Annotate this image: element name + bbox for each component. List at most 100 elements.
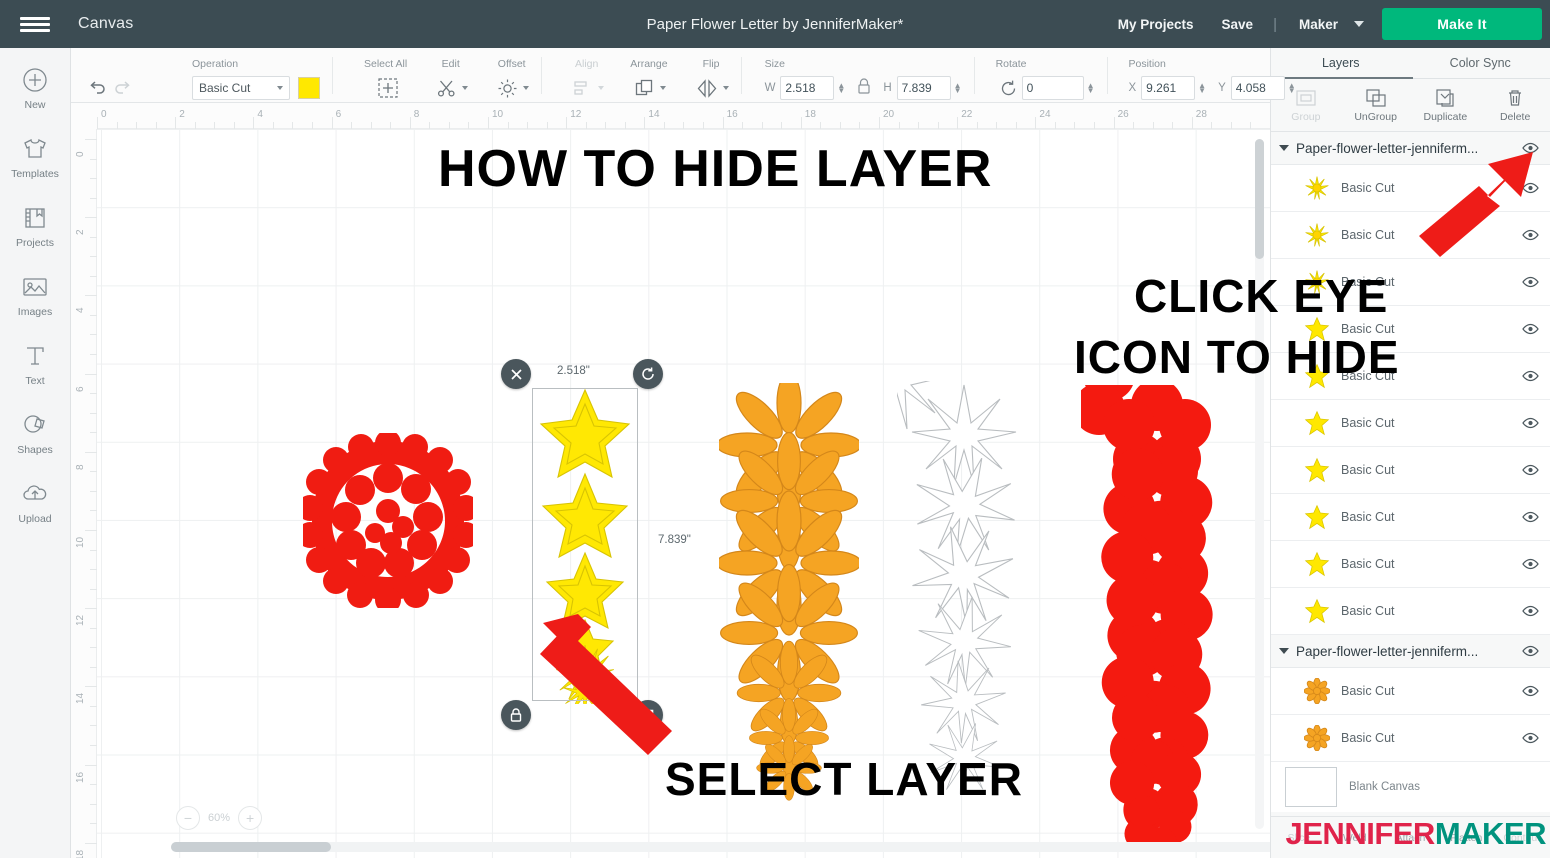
layer-row[interactable]: Basic Cut (1271, 668, 1550, 715)
lock-selection-handle[interactable] (501, 700, 531, 730)
eye-icon[interactable] (1520, 182, 1540, 194)
eye-icon[interactable] (1520, 605, 1540, 617)
operation-color-swatch[interactable] (298, 77, 320, 99)
orange-daisy-flower-column[interactable] (719, 383, 859, 803)
hamburger-menu-icon[interactable] (0, 0, 70, 48)
layer-group-row[interactable]: Paper-flower-letter-jenniferm... (1271, 132, 1550, 165)
vertical-scrollbar[interactable] (1255, 139, 1264, 829)
zoom-in-button[interactable]: + (238, 806, 263, 830)
horizontal-scrollbar[interactable] (171, 842, 1270, 852)
top-bar: Canvas Paper Flower Letter by JenniferMa… (0, 0, 1550, 48)
layer-row[interactable]: Basic Cut (1271, 306, 1550, 353)
layers-list[interactable]: Paper-flower-letter-jenniferm... Basic Cu… (1271, 132, 1550, 816)
chevron-down-icon[interactable] (462, 86, 469, 90)
arrange-icon[interactable] (631, 76, 657, 100)
position-x-stepper[interactable]: ▲ ▼ (1198, 82, 1206, 95)
eye-icon[interactable] (1520, 685, 1540, 697)
select-all-icon[interactable] (373, 76, 399, 100)
layer-row[interactable]: Basic Cut (1271, 715, 1550, 762)
chevron-down-icon[interactable] (1354, 21, 1364, 27)
sidebar-item-templates[interactable]: Templates (0, 133, 70, 180)
delete-selection-handle[interactable] (501, 359, 531, 389)
tab-color-sync[interactable]: Color Sync (1411, 48, 1550, 78)
layer-row[interactable]: Basic Cut (1271, 588, 1550, 635)
sidebar-label: Shapes (17, 444, 53, 456)
operation-select[interactable]: Basic Cut (192, 76, 290, 100)
red-spiral-flower-template[interactable] (303, 433, 473, 608)
lock-aspect-icon[interactable] (853, 77, 875, 99)
chevron-down-icon (277, 86, 283, 90)
rotate-input[interactable]: 0 (1021, 76, 1084, 100)
flip-icon[interactable] (694, 76, 720, 100)
delete-button[interactable]: Delete (1480, 87, 1550, 123)
eye-icon[interactable] (1520, 511, 1540, 523)
offset-icon[interactable] (494, 76, 520, 100)
layer-row[interactable]: Basic Cut (1271, 212, 1550, 259)
edit-scissors-icon[interactable] (433, 76, 459, 100)
position-x-input[interactable]: 9.261 (1141, 76, 1196, 100)
size-width-stepper[interactable]: ▲ ▼ (837, 82, 845, 95)
eye-icon[interactable] (1520, 417, 1540, 429)
size-height-input[interactable]: 7.839 (896, 76, 951, 100)
size-height-stepper[interactable]: ▲ ▼ (954, 82, 962, 95)
white-spiky-flower-column[interactable] (897, 381, 1031, 806)
layer-group-name: Paper-flower-letter-jenniferm... (1296, 643, 1479, 659)
position-y-input[interactable]: 4.058 (1230, 76, 1285, 100)
save-button[interactable]: Save (1208, 17, 1268, 32)
position-y-stepper[interactable]: ▲ ▼ (1288, 82, 1296, 95)
rotate-stepper[interactable]: ▲ ▼ (1087, 82, 1095, 95)
chevron-down-icon[interactable] (660, 86, 667, 90)
eye-icon[interactable] (1520, 142, 1540, 154)
rotate-selection-handle[interactable] (633, 359, 663, 389)
layer-thumbnail (1303, 597, 1331, 625)
sidebar-item-images[interactable]: Images (0, 271, 70, 318)
layer-row[interactable]: Basic Cut (1271, 353, 1550, 400)
undo-icon[interactable] (84, 76, 110, 100)
sidebar-item-projects[interactable]: Projects (0, 202, 70, 249)
ungroup-button[interactable]: UnGroup (1341, 87, 1411, 123)
blank-canvas-swatch[interactable] (1285, 767, 1337, 807)
layer-row[interactable]: Basic Cut (1271, 541, 1550, 588)
sidebar-label: Templates (11, 168, 59, 180)
size-width-input[interactable]: 2.518 (780, 76, 835, 100)
ruler-tick (918, 122, 919, 129)
eye-icon[interactable] (1520, 370, 1540, 382)
eye-icon[interactable] (1520, 229, 1540, 241)
eye-icon[interactable] (1520, 558, 1540, 570)
my-projects-link[interactable]: My Projects (1104, 17, 1208, 32)
redo-icon[interactable] (110, 76, 136, 100)
layer-row[interactable]: Basic Cut (1271, 494, 1550, 541)
sidebar-item-new[interactable]: New (0, 64, 70, 111)
blank-canvas-row[interactable]: Blank Canvas (1271, 762, 1550, 812)
picture-icon (18, 271, 52, 303)
red-round-petal-flower-column[interactable] (1081, 385, 1233, 843)
resize-selection-handle[interactable] (633, 700, 663, 730)
sidebar-item-shapes[interactable]: Shapes (0, 409, 70, 456)
chevron-down-icon[interactable] (722, 86, 729, 90)
make-it-button[interactable]: Make It (1382, 8, 1542, 40)
eye-icon[interactable] (1520, 645, 1540, 657)
layer-row[interactable]: Basic Cut (1271, 447, 1550, 494)
align-label: Align (575, 58, 599, 70)
eye-icon[interactable] (1520, 464, 1540, 476)
ungroup-label: UnGroup (1354, 111, 1397, 123)
layer-row[interactable]: Basic Cut (1271, 165, 1550, 212)
collapse-triangle-icon[interactable] (1279, 145, 1289, 151)
eye-icon[interactable] (1520, 323, 1540, 335)
zoom-out-button[interactable]: − (176, 806, 200, 830)
layer-row[interactable]: Basic Cut (1271, 400, 1550, 447)
duplicate-button[interactable]: Duplicate (1411, 87, 1481, 123)
layer-row[interactable]: Basic Cut (1271, 259, 1550, 306)
ruler-tick-label: 12 (570, 109, 582, 120)
eye-icon[interactable] (1520, 276, 1540, 288)
chevron-down-icon[interactable] (523, 86, 530, 90)
sidebar-item-upload[interactable]: Upload (0, 478, 70, 525)
collapse-triangle-icon[interactable] (1279, 648, 1289, 654)
ruler-tick (566, 117, 568, 129)
eye-icon[interactable] (1520, 732, 1540, 744)
design-canvas[interactable]: 2.518" 7.839" 0 2 4 6 8 10 12 14 16 18 20 22 24 26 28 … (71, 103, 1270, 858)
layer-group-row[interactable]: Paper-flower-letter-jenniferm... (1271, 635, 1550, 668)
ruler-tick (85, 295, 97, 297)
sidebar-item-text[interactable]: Text (0, 340, 70, 387)
machine-selector[interactable]: Maker (1283, 17, 1344, 32)
